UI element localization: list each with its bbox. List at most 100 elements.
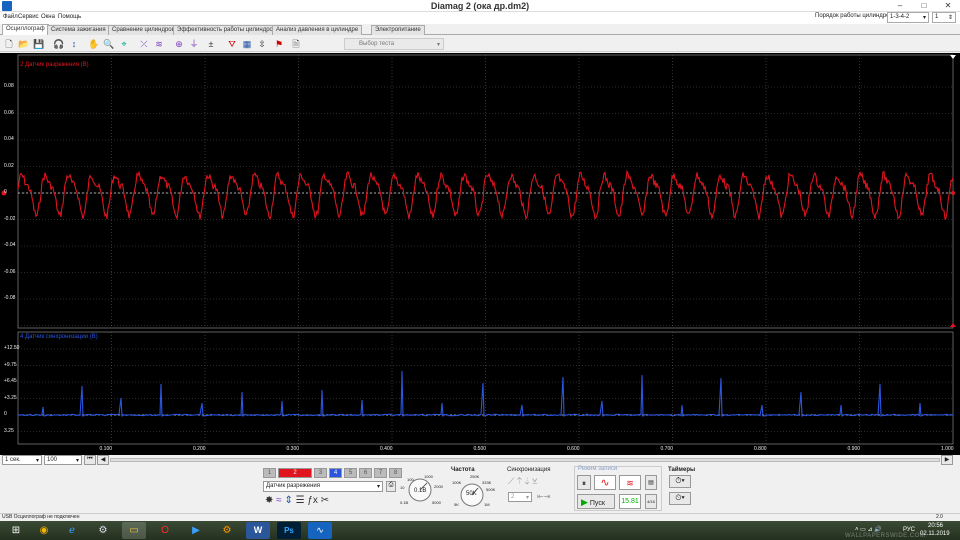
sine-mode-button[interactable]: ∿: [594, 475, 616, 490]
frequency-value: 50K: [466, 491, 477, 497]
sensor-select[interactable]: Датчик разрежения ▾: [263, 481, 383, 492]
print-icon[interactable]: ⎙: [386, 481, 396, 492]
pause-button[interactable]: ⏸: [577, 475, 591, 490]
cylinder-order-select[interactable]: 1-3-4-2 ▾: [887, 12, 929, 23]
falling-edge-icon[interactable]: ⇡: [517, 476, 522, 486]
tools-icon[interactable]: ✂: [321, 495, 329, 506]
oscilloscope-display[interactable]: 2 Датчик разрежения (В) 4 Датчик синхрон…: [0, 53, 960, 455]
photoshop-icon[interactable]: Ps: [277, 522, 301, 539]
voltage-mark-10: 10: [400, 485, 405, 490]
tab-power-supply[interactable]: Электропитание: [371, 25, 425, 35]
scroll-left-button[interactable]: ◀: [97, 455, 109, 465]
sync-down-icon[interactable]: ⇣: [524, 476, 529, 486]
hand-tool-icon[interactable]: ✋: [88, 38, 100, 50]
timer-settings-button[interactable]: ⏲▾: [669, 492, 691, 505]
channel-button-7[interactable]: 7: [374, 468, 387, 478]
tray-icons[interactable]: ˄ ▭ ⊿ 🔊: [855, 526, 882, 533]
settings-gear-icon[interactable]: ⚙: [215, 522, 239, 539]
zero-offset-icon[interactable]: ±: [205, 38, 217, 50]
sync-level-icon[interactable]: ⇤⇥: [537, 492, 550, 501]
clock-time[interactable]: 20:56: [928, 523, 943, 529]
scale-value: 100: [47, 457, 58, 463]
time-axis: 0.100 0.200 0.300 0.400 0.500 0.600 0.700 0.800…: [18, 445, 956, 455]
invert-icon[interactable]: ⏚: [188, 38, 200, 50]
channel-button-4[interactable]: 4: [329, 468, 342, 478]
timer-menu-button[interactable]: ⏱▾: [669, 475, 691, 488]
media-player-icon[interactable]: ▶: [184, 522, 208, 539]
overlay-icon[interactable]: ⊕: [173, 38, 185, 50]
sync-channel-select[interactable]: 2 ▾: [508, 492, 532, 502]
new-file-icon[interactable]: 🗋: [3, 38, 15, 50]
tab-ignition[interactable]: Система зажигания: [47, 25, 110, 35]
frequency-mark-1m: 1M: [484, 502, 490, 507]
diamag-icon[interactable]: ∿: [308, 522, 332, 539]
windows-start-icon[interactable]: ⊞: [4, 522, 28, 539]
scroll-start-button[interactable]: ⏮: [84, 455, 96, 465]
file-explorer-icon[interactable]: ▭: [122, 522, 146, 539]
maximize-button[interactable]: □: [912, 0, 936, 12]
wave-invert-icon[interactable]: ≈: [276, 495, 282, 506]
scroll-right-button[interactable]: ▶: [941, 455, 953, 465]
channel2-grid: [18, 332, 954, 444]
time-axis-tick: 0.400: [380, 446, 393, 452]
lines-icon[interactable]: ☰: [296, 495, 305, 506]
menu-windows[interactable]: Окна: [41, 14, 55, 20]
channel1-frame: [17, 54, 954, 329]
test-select[interactable]: Выбор теста ▾: [344, 38, 444, 50]
save-icon[interactable]: 💾: [33, 38, 45, 50]
channel-button-2[interactable]: 2: [278, 468, 312, 478]
channel-button-1[interactable]: 1: [263, 468, 276, 478]
zoom-icon[interactable]: 🔍: [103, 38, 115, 50]
channel-button-6[interactable]: 6: [359, 468, 372, 478]
cursor-icon[interactable]: ⌖: [118, 38, 130, 50]
channel-button-3[interactable]: 3: [314, 468, 327, 478]
taskbar: ⊞ ◉ ℯ ⚙ ▭ O ▶ ⚙ W Ps ∿ ˄ ▭ ⊿ 🔊 РУС 20:56…: [0, 521, 960, 540]
marker-icon[interactable]: ⚑: [273, 38, 285, 50]
menu-service[interactable]: Сервис: [18, 14, 39, 20]
auto-scale-icon[interactable]: ↕: [68, 38, 80, 50]
spinner-arrows-icon: ⇕: [947, 15, 953, 21]
headphones-icon[interactable]: 🎧: [53, 38, 65, 50]
sync-auto-icon[interactable]: ⊻: [532, 476, 537, 486]
menu-file[interactable]: Файл: [3, 14, 18, 20]
timebase-select[interactable]: 1 сек. ▾: [2, 455, 42, 465]
function-icon[interactable]: ƒx: [307, 495, 318, 506]
record-options-button[interactable]: ▤: [645, 475, 657, 490]
internet-explorer-icon[interactable]: ℯ: [60, 522, 84, 539]
grid-icon[interactable]: ▦: [241, 38, 253, 50]
channel-tools: ✸ ≈ ⇕ ☰ ƒx ✂: [265, 495, 329, 506]
close-button[interactable]: ✕: [936, 0, 960, 12]
rising-edge-icon[interactable]: ⟋: [508, 476, 514, 486]
chevron-down-icon: ▾: [35, 458, 39, 464]
open-folder-icon[interactable]: 📂: [18, 38, 30, 50]
split-icon[interactable]: ⇳: [256, 38, 268, 50]
time-scrollbar[interactable]: [110, 458, 940, 462]
scale-select[interactable]: 100 ▾: [44, 455, 82, 465]
channel-button-5[interactable]: 5: [344, 468, 357, 478]
tab-cylinder-pressure[interactable]: Анализ давления в цилиндре: [272, 25, 363, 35]
steam-icon[interactable]: ⚙: [91, 522, 115, 539]
document-icon[interactable]: 🗎: [290, 38, 302, 50]
vertical-scale-icon[interactable]: ⇕: [284, 495, 292, 506]
chevron-down-icon: ▾: [525, 495, 529, 501]
color-icon[interactable]: ✸: [265, 495, 273, 506]
channel1-y-tick: 0.02: [4, 162, 14, 169]
channel2-y-tick: +3.25: [4, 394, 17, 401]
minimize-button[interactable]: –: [888, 0, 912, 12]
channel1-y-tick: -0.04: [4, 242, 16, 248]
chrome-icon[interactable]: ◉: [32, 522, 56, 539]
tab-cylinder-compare[interactable]: Сравнение цилиндров: [108, 25, 179, 35]
tab-cylinder-efficiency[interactable]: Эффективность работы цилиндров: [173, 25, 281, 35]
waveform-icon[interactable]: ≋: [153, 38, 165, 50]
opera-icon[interactable]: O: [153, 522, 177, 539]
menu-help[interactable]: Помощь: [58, 14, 81, 20]
channel1-y-tick: -0.02: [4, 215, 16, 222]
status-left: USB Осциллограф не подключен: [2, 514, 80, 520]
cylinder-count-spinner[interactable]: 1 ⇕: [932, 12, 956, 23]
start-button[interactable]: ▶ Пуск: [577, 494, 615, 509]
measure-icon[interactable]: ⤫: [138, 38, 150, 50]
tab-oscilloscope[interactable]: Осциллограф: [2, 24, 49, 35]
filter-icon[interactable]: ⛛: [226, 38, 238, 50]
multi-wave-button[interactable]: ≋: [619, 475, 641, 490]
word-icon[interactable]: W: [246, 522, 270, 539]
